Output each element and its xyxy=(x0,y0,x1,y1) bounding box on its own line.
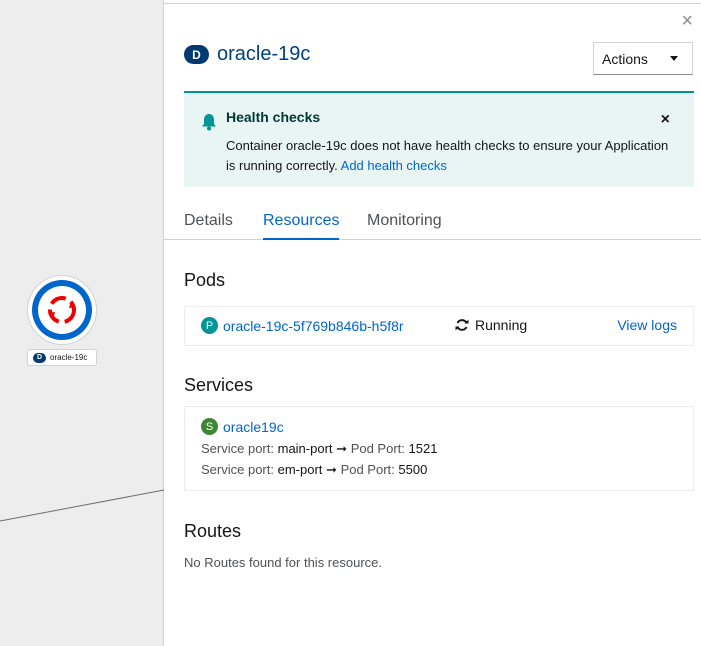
node-label-text: oracle-19c xyxy=(50,353,88,362)
deployment-badge: D xyxy=(184,45,209,64)
pod-port-label: Pod Port: xyxy=(350,441,405,456)
sync-icon xyxy=(455,319,469,331)
alert-close-icon[interactable]: × xyxy=(661,111,670,129)
pod-status-text: Running xyxy=(475,317,528,333)
alert-text: Container oracle-19c does not have healt… xyxy=(226,138,669,173)
panel-header: D oracle-19c xyxy=(184,43,310,66)
page-title: oracle-19c xyxy=(217,43,311,65)
pod-name: oracle-19c-5f769b846b-h5f8r xyxy=(223,317,404,334)
service-name: oracle19c xyxy=(223,418,284,435)
alert-title: Health checks xyxy=(226,109,321,125)
topology-canvas[interactable]: D oracle-19c xyxy=(0,0,164,646)
routes-empty-text: No Routes found for this resource. xyxy=(184,555,382,570)
service-link[interactable]: S oracle19c xyxy=(201,418,284,435)
services-heading: Services xyxy=(184,375,254,395)
deployment-badge: D xyxy=(33,352,46,363)
actions-label: Actions xyxy=(602,50,648,67)
view-logs-link[interactable]: View logs xyxy=(617,317,677,333)
add-health-checks-link[interactable]: Add health checks xyxy=(341,158,447,173)
pod-status: Running xyxy=(455,317,527,333)
service-port-label: Service port: xyxy=(201,441,274,456)
pod-badge: P xyxy=(201,317,218,334)
alert-body: Container oracle-19c does not have healt… xyxy=(226,136,676,176)
tab-monitoring[interactable]: Monitoring xyxy=(367,212,442,238)
pod-link[interactable]: P oracle-19c-5f769b846b-h5f8r xyxy=(201,317,404,334)
arrow-right-icon: ➞ xyxy=(336,441,348,456)
service-port-value: em-port xyxy=(277,462,323,477)
tab-bar: Details Resources Monitoring xyxy=(164,204,701,240)
pod-card: P oracle-19c-5f769b846b-h5f8r Running Vi… xyxy=(184,306,694,346)
service-port-label: Service port: xyxy=(201,462,274,477)
pods-heading: Pods xyxy=(184,270,226,290)
close-icon[interactable]: × xyxy=(681,11,693,31)
routes-heading: Routes xyxy=(184,521,242,541)
service-port-row: Service port: main-port ➞ Pod Port: 1521 xyxy=(201,441,437,457)
arrow-right-icon: ➞ xyxy=(326,462,337,477)
service-badge: S xyxy=(201,418,218,435)
pod-port-value: 1521 xyxy=(408,441,438,456)
openshift-logo-icon xyxy=(48,296,76,324)
node-label[interactable]: D oracle-19c xyxy=(27,349,97,366)
pod-port-value: 5500 xyxy=(398,462,428,477)
service-card: S oracle19c Service port: main-port ➞ Po… xyxy=(184,406,694,491)
tab-details[interactable]: Details xyxy=(184,212,233,238)
service-port-row: Service port: em-port ➞ Pod Port: 5500 xyxy=(201,462,427,478)
service-port-value: main-port xyxy=(277,441,333,456)
pod-port-label: Pod Port: xyxy=(340,462,395,477)
actions-dropdown[interactable]: Actions xyxy=(593,42,693,75)
health-checks-alert: Health checks Container oracle-19c does … xyxy=(184,91,694,187)
caret-down-icon xyxy=(670,56,678,61)
side-panel: × D oracle-19c Actions Health checks Con… xyxy=(164,5,701,646)
topology-node[interactable] xyxy=(28,276,96,344)
tab-resources[interactable]: Resources xyxy=(263,212,340,240)
bell-icon xyxy=(202,114,216,131)
